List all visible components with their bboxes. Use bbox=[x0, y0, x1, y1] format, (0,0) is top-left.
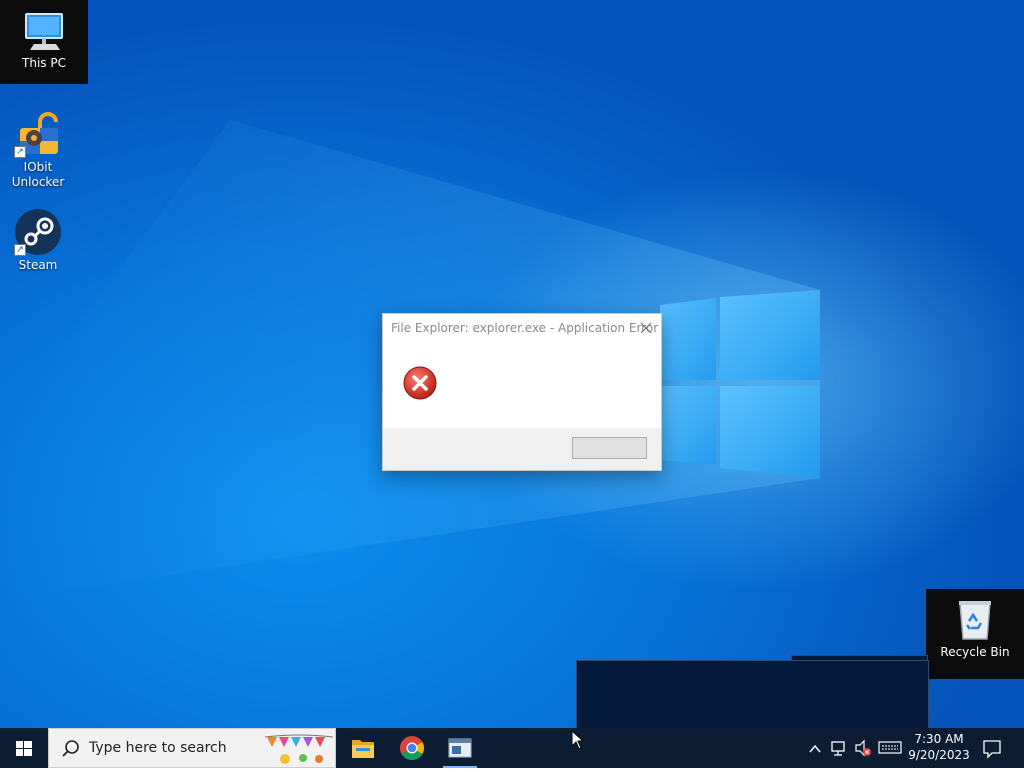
volume-muted-icon[interactable] bbox=[852, 728, 874, 768]
search-placeholder: Type here to search bbox=[89, 740, 227, 756]
desktop-icon-label: Recycle Bin bbox=[940, 645, 1010, 659]
windows-logo-icon bbox=[16, 741, 32, 756]
desktop-icon-label: IObit Unlocker bbox=[11, 160, 65, 189]
desktop-icon-iobit-unlocker[interactable]: ↗ IObit Unlocker bbox=[0, 104, 76, 190]
shortcut-arrow-icon: ↗ bbox=[14, 146, 26, 158]
steam-icon: ↗ bbox=[14, 208, 62, 256]
start-button[interactable] bbox=[0, 728, 48, 768]
recycle-bin-icon bbox=[951, 595, 999, 643]
error-icon bbox=[403, 366, 437, 400]
clock-date: 9/20/2023 bbox=[908, 748, 970, 762]
clock-time: 7:30 AM bbox=[914, 732, 964, 746]
desktop-icon-label: Steam bbox=[18, 258, 58, 272]
chevron-up-icon[interactable] bbox=[806, 728, 824, 768]
shortcut-arrow-icon: ↗ bbox=[14, 244, 26, 256]
application-error-dialog: File Explorer: explorer.exe - Applicatio… bbox=[382, 313, 662, 471]
taskbar-app-window[interactable] bbox=[437, 728, 483, 768]
dialog-footer bbox=[383, 428, 661, 470]
mouse-cursor-icon bbox=[571, 730, 585, 750]
folder-icon bbox=[352, 740, 374, 758]
action-center-icon[interactable] bbox=[980, 728, 1004, 768]
desktop-icon-steam[interactable]: ↗ Steam bbox=[0, 202, 76, 273]
taskbar-app-file-explorer[interactable] bbox=[340, 728, 386, 768]
search-icon bbox=[62, 740, 79, 757]
dark-overlay-panel bbox=[576, 660, 929, 728]
window-icon bbox=[448, 738, 472, 758]
taskbar: Type here to search 7:30 AM 9/20/2023 bbox=[0, 728, 1024, 768]
desktop-icon-recycle-bin[interactable]: Recycle Bin bbox=[926, 589, 1024, 679]
monitor-icon bbox=[20, 6, 68, 54]
taskbar-clock[interactable]: 7:30 AM 9/20/2023 bbox=[906, 731, 972, 763]
desktop-icon-this-pc[interactable]: This PC bbox=[0, 0, 88, 84]
search-box[interactable]: Type here to search bbox=[48, 728, 336, 768]
keyboard-icon[interactable] bbox=[876, 728, 904, 768]
close-icon[interactable] bbox=[637, 319, 655, 337]
dialog-title: File Explorer: explorer.exe - Applicatio… bbox=[391, 321, 659, 335]
network-icon[interactable] bbox=[828, 728, 850, 768]
desktop-icon-label: This PC bbox=[22, 56, 66, 70]
unlock-gear-icon: ↗ bbox=[14, 110, 62, 158]
search-highlight-illustration-icon bbox=[264, 734, 334, 764]
chrome-icon bbox=[400, 736, 424, 761]
ok-button[interactable] bbox=[572, 437, 647, 459]
taskbar-app-chrome[interactable] bbox=[389, 728, 435, 768]
desktop: This PC ↗ IObit Unlocker ↗ Steam Recycle… bbox=[0, 0, 1024, 728]
